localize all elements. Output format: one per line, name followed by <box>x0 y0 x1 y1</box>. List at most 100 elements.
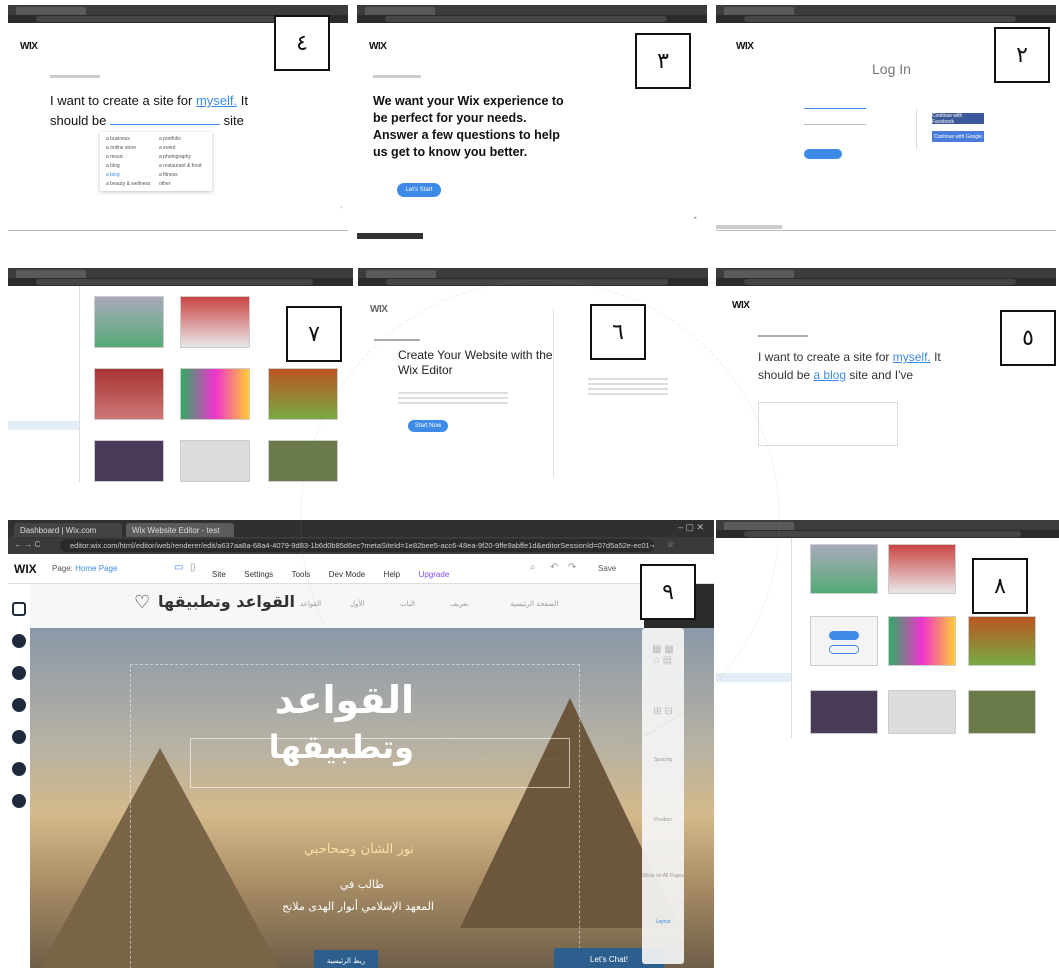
template-thumbnail[interactable] <box>180 440 250 482</box>
category-item[interactable] <box>8 403 79 412</box>
start-now-button[interactable]: Start Now <box>408 420 448 432</box>
email-field[interactable] <box>804 101 866 109</box>
browser-addressbar[interactable] <box>716 278 1056 286</box>
distribute-tools-icon[interactable]: ⊞ ⊟ <box>642 706 684 717</box>
zoom-icon[interactable]: ⌕ <box>530 562 536 573</box>
category-item[interactable] <box>716 619 791 628</box>
nav-arrows-icon[interactable]: ← → C <box>14 540 40 549</box>
media-icon[interactable] <box>12 730 26 744</box>
category-item-selected[interactable] <box>8 421 79 430</box>
wix-logo[interactable]: WIX <box>20 41 38 52</box>
hero-sub-line[interactable]: طالب في <box>340 878 384 891</box>
blog-icon[interactable] <box>12 762 26 776</box>
browser-addressbar[interactable] <box>358 278 708 286</box>
option-item[interactable]: a music <box>106 154 153 160</box>
template-thumbnail[interactable] <box>968 616 1036 666</box>
category-item[interactable] <box>716 628 791 637</box>
option-item[interactable]: a restaurant & food <box>159 163 206 169</box>
window-controls[interactable]: – ▢ ✕ <box>678 522 704 533</box>
login-button[interactable] <box>804 149 842 159</box>
option-item[interactable]: a event <box>159 145 206 151</box>
template-thumbnail[interactable] <box>968 690 1036 734</box>
category-item[interactable] <box>716 538 791 547</box>
background-icon[interactable] <box>12 634 26 648</box>
redo-icon[interactable]: ↷ <box>568 562 576 573</box>
menu-settings[interactable]: Settings <box>244 570 273 579</box>
category-item[interactable] <box>8 358 79 367</box>
nav-first[interactable]: الأول <box>350 600 364 608</box>
nav-rules[interactable]: القواعد <box>300 600 321 608</box>
category-item[interactable] <box>8 367 79 376</box>
category-item[interactable] <box>716 601 791 610</box>
nav-home[interactable]: الصفحة الرئيسية <box>510 600 558 608</box>
template-thumbnail[interactable] <box>268 368 338 420</box>
category-item[interactable] <box>716 565 791 574</box>
align-tools-icon[interactable]: ⌂ ▤ <box>642 655 684 666</box>
template-thumbnail[interactable] <box>888 544 956 594</box>
browser-addressbar[interactable] <box>8 278 353 286</box>
template-thumbnail[interactable] <box>94 440 164 482</box>
category-item[interactable] <box>8 349 79 358</box>
category-item[interactable] <box>716 583 791 592</box>
menu-tools[interactable]: Tools <box>292 570 311 579</box>
browser-addressbar[interactable] <box>357 15 707 23</box>
category-item[interactable] <box>8 286 79 295</box>
purpose-link[interactable]: myself. <box>893 350 931 364</box>
tab-editor[interactable]: Wix Website Editor - test <box>126 523 234 537</box>
template-thumbnail[interactable] <box>888 616 956 666</box>
hero-author[interactable]: نور الشان وصحاحبي <box>304 842 414 857</box>
hero-strip[interactable]: القواعد وتطبيقها نور الشان وصحاحبي طالب … <box>30 628 714 968</box>
menus-pages-icon[interactable] <box>12 602 26 616</box>
page-selector[interactable]: Page: Home Page <box>52 564 117 573</box>
menu-upgrade[interactable]: Upgrade <box>419 570 450 579</box>
wix-logo[interactable]: WIX <box>732 300 750 311</box>
category-item[interactable] <box>8 412 79 421</box>
wix-logo[interactable]: WIX <box>369 41 387 52</box>
category-item[interactable] <box>716 610 791 619</box>
url-field[interactable]: editor.wix.com/html/editor/web/renderer/… <box>60 539 654 552</box>
lets-start-button[interactable]: Let's Start <box>397 183 441 197</box>
category-item[interactable] <box>8 331 79 340</box>
template-thumbnail[interactable] <box>94 296 164 348</box>
category-item[interactable] <box>8 313 79 322</box>
option-item[interactable]: a blog <box>106 163 153 169</box>
nav-about[interactable]: تعريف <box>450 600 468 608</box>
template-thumbnail[interactable] <box>180 368 250 420</box>
wix-logo[interactable]: WIX <box>14 562 37 576</box>
facebook-login-button[interactable]: Continue with Facebook <box>932 113 984 125</box>
chat-icon[interactable] <box>12 794 26 808</box>
hero-title-line2[interactable]: وتطبيقها <box>269 728 414 766</box>
category-item[interactable] <box>716 574 791 583</box>
layout-label[interactable]: Layout <box>642 919 684 925</box>
category-item[interactable] <box>8 394 79 403</box>
undo-icon[interactable]: ↶ <box>550 562 558 573</box>
star-icon[interactable]: ☆ <box>667 540 674 549</box>
template-thumbnail[interactable] <box>94 368 164 420</box>
template-thumbnail[interactable] <box>180 296 250 348</box>
category-item[interactable] <box>8 385 79 394</box>
category-item[interactable] <box>716 646 791 655</box>
category-item[interactable] <box>8 295 79 304</box>
google-login-button[interactable]: Continue with Google <box>932 131 984 142</box>
site-type-link[interactable]: a blog <box>813 368 846 382</box>
option-item[interactable]: a photography <box>159 154 206 160</box>
option-item[interactable]: a portfolio <box>159 136 206 142</box>
layout-tools-icon[interactable]: ▦ ▦ <box>642 644 684 655</box>
option-item[interactable]: other <box>159 181 206 187</box>
option-item[interactable] <box>765 424 891 433</box>
option-item[interactable]: a blog <box>106 172 153 178</box>
option-item[interactable] <box>765 433 891 442</box>
next-arrow-icon[interactable]: ▸ <box>694 215 697 221</box>
category-item[interactable] <box>8 304 79 313</box>
menu-site[interactable]: Site <box>212 570 226 579</box>
category-item[interactable] <box>8 322 79 331</box>
browser-addressbar[interactable] <box>716 530 1059 538</box>
menu-dev-mode[interactable]: Dev Mode <box>329 570 365 579</box>
option-item[interactable]: a business <box>106 136 153 142</box>
category-item[interactable] <box>8 376 79 385</box>
category-item[interactable] <box>716 547 791 556</box>
template-thumbnail[interactable] <box>810 544 878 594</box>
template-thumbnail[interactable] <box>268 440 338 482</box>
menu-help[interactable]: Help <box>384 570 400 579</box>
edit-button[interactable] <box>829 645 859 654</box>
